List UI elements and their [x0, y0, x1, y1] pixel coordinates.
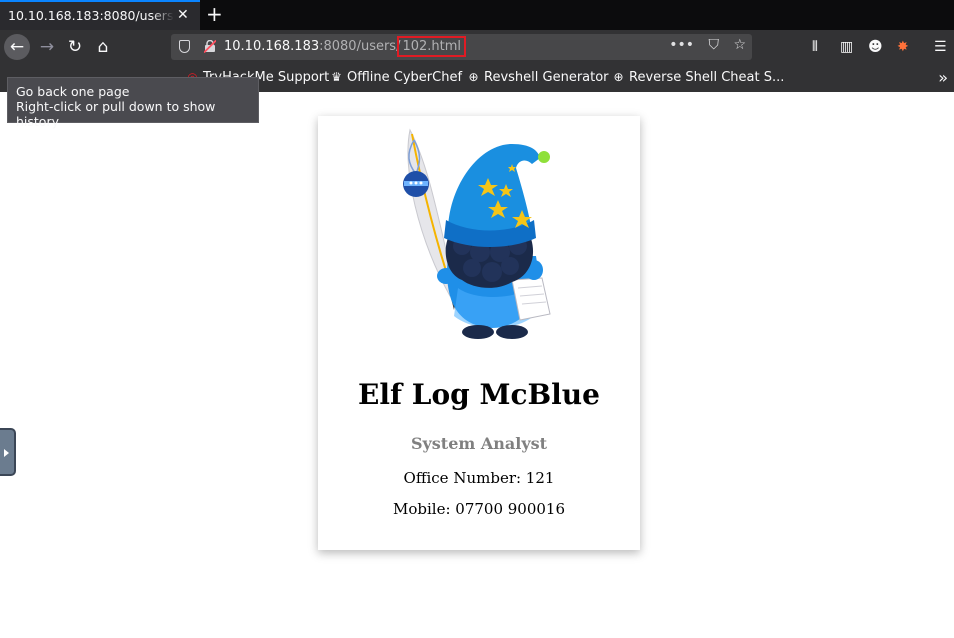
profile-mobile-number: Mobile: 07700 900016 — [392, 500, 566, 518]
bookmark-offline-cyberchef[interactable]: ♛ Offline CyberChef — [330, 70, 462, 85]
menu-icon[interactable]: ☰ — [934, 39, 947, 55]
tab-title: 10.10.168.183:8080/users/102.html — [8, 8, 174, 23]
globe-icon: ⊕ — [468, 70, 479, 84]
profile-office-number: Office Number: 121 — [403, 469, 555, 487]
sidebar-icon[interactable]: ▥ — [840, 39, 853, 55]
url-bar[interactable]: 10.10.168.183:8080/users/102.html ••• ⛉ … — [171, 34, 752, 60]
tab-close-icon[interactable]: ✕ — [177, 7, 189, 23]
tooltip-line-2: Right-click or pull down to show history — [16, 99, 216, 129]
globe-icon: ⊕ — [613, 70, 624, 84]
pocket-icon[interactable]: ⛉ — [708, 37, 719, 53]
url-file-highlight: 102.html — [397, 36, 467, 57]
bookmarks-overflow-icon[interactable]: » — [938, 68, 948, 87]
home-button[interactable]: ⌂ — [90, 34, 116, 60]
forward-button[interactable]: → — [34, 34, 60, 60]
account-icon[interactable]: ☻ — [868, 39, 883, 55]
back-button[interactable]: ← — [4, 34, 30, 60]
reload-button[interactable]: ↻ — [62, 34, 88, 60]
tooltip-line-1: Go back one page — [16, 84, 130, 99]
bookmark-star-icon[interactable]: ☆ — [733, 37, 746, 53]
extension-icon[interactable]: ✸ — [897, 39, 909, 55]
bookmark-label: Revshell Generator — [484, 70, 609, 85]
bookmark-reverse-shell-cheat-sheet[interactable]: ⊕ Reverse Shell Cheat S... — [612, 70, 784, 85]
tab-active[interactable]: 10.10.168.183:8080/users/102.html ✕ — [0, 0, 200, 30]
url-host: 10.10.168.183 — [224, 39, 320, 54]
url-path: :8080/users/ — [319, 39, 401, 54]
elf-gnome-illustration — [403, 128, 551, 339]
bookmark-revshell-generator[interactable]: ⊕ Revshell Generator — [467, 70, 609, 85]
profile-card: Elf Log McBlue System Analyst Office Num… — [318, 116, 640, 550]
page-actions-icon[interactable]: ••• — [669, 37, 694, 53]
profile-name: Elf Log McBlue — [358, 378, 600, 411]
insecure-lock-icon[interactable] — [204, 40, 216, 53]
bookmark-label: Offline CyberChef — [347, 70, 463, 85]
library-icon[interactable]: ⫴ — [812, 39, 818, 55]
url-text[interactable]: 10.10.168.183:8080/users/102.html — [224, 36, 467, 57]
url-actions: ••• ⛉ ☆ — [659, 37, 746, 53]
tracking-shield-icon[interactable] — [179, 40, 190, 53]
profile-role: System Analyst — [410, 434, 548, 453]
nav-toolbar: ← → ↻ ⌂ 10.10.168.183:8080/users/102.htm… — [0, 30, 954, 64]
bookmark-label: Reverse Shell Cheat S... — [629, 70, 785, 85]
chef-icon: ♛ — [331, 70, 342, 84]
back-button-tooltip: Go back one page Right-click or pull dow… — [7, 77, 259, 129]
tab-strip: 10.10.168.183:8080/users/102.html ✕ + — [0, 0, 954, 30]
side-panel-handle[interactable] — [0, 428, 16, 476]
new-tab-button[interactable]: + — [206, 3, 223, 25]
